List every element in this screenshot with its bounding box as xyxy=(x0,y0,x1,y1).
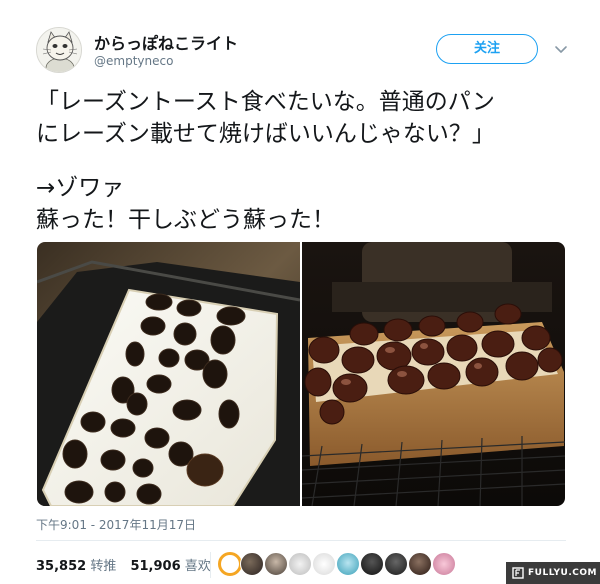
tweet-text-line: にレーズン載せて焼けばいいんじゃない？」 xyxy=(36,121,495,147)
raisin-toast-photo[interactable] xyxy=(37,242,300,506)
liker-avatar[interactable] xyxy=(432,552,456,576)
chevron-down-icon[interactable] xyxy=(552,40,570,58)
watermark: FULLYU.COM xyxy=(506,562,600,584)
watermark-logo-icon xyxy=(512,567,524,579)
tweet-timestamp[interactable]: 下午9:01 - 2017年11月17日 xyxy=(36,516,196,533)
avatar[interactable] xyxy=(36,27,82,73)
tweet-text-line: →ゾワァ xyxy=(36,175,125,201)
cat-avatar-icon xyxy=(37,28,81,72)
retweet-count[interactable]: 35,852 xyxy=(36,559,86,574)
like-label[interactable]: 喜欢 xyxy=(185,559,211,574)
divider xyxy=(36,540,566,541)
liker-avatar[interactable] xyxy=(384,552,408,576)
tweet-text-line: 蘇った！干しぶどう蘇った！ xyxy=(36,207,335,233)
tweet-header: からっぽねこライト @emptyneco 关注 xyxy=(36,22,576,74)
tweet-text-gap xyxy=(36,150,576,172)
liker-avatar[interactable] xyxy=(288,552,312,576)
follow-button[interactable]: 关注 xyxy=(436,34,538,64)
display-name[interactable]: からっぽねこライト xyxy=(94,30,238,54)
divider xyxy=(210,552,211,578)
liker-avatar[interactable] xyxy=(240,552,264,576)
tweet-stats: 35,852 转推 51,906 喜欢 xyxy=(36,555,221,577)
liker-avatar[interactable] xyxy=(408,552,432,576)
liker-avatar[interactable] xyxy=(360,552,384,576)
like-count[interactable]: 51,906 xyxy=(130,559,180,574)
user-handle[interactable]: @emptyneco xyxy=(94,54,173,68)
tweet-text-line: 「レーズントースト食べたいな。普通のパン xyxy=(36,89,495,115)
watermark-text: FULLYU.COM xyxy=(528,568,597,578)
tweet-media[interactable] xyxy=(37,242,565,506)
tweet-text: 「レーズントースト食べたいな。普通のパン にレーズン載せて焼けばいいんじゃない？… xyxy=(36,86,576,236)
liker-avatar[interactable] xyxy=(264,552,288,576)
liker-avatar[interactable] xyxy=(336,552,360,576)
liker-avatar[interactable] xyxy=(218,552,242,576)
toasted-raisins-photo[interactable] xyxy=(302,242,565,506)
liker-avatar[interactable] xyxy=(312,552,336,576)
retweet-label[interactable]: 转推 xyxy=(90,559,116,574)
